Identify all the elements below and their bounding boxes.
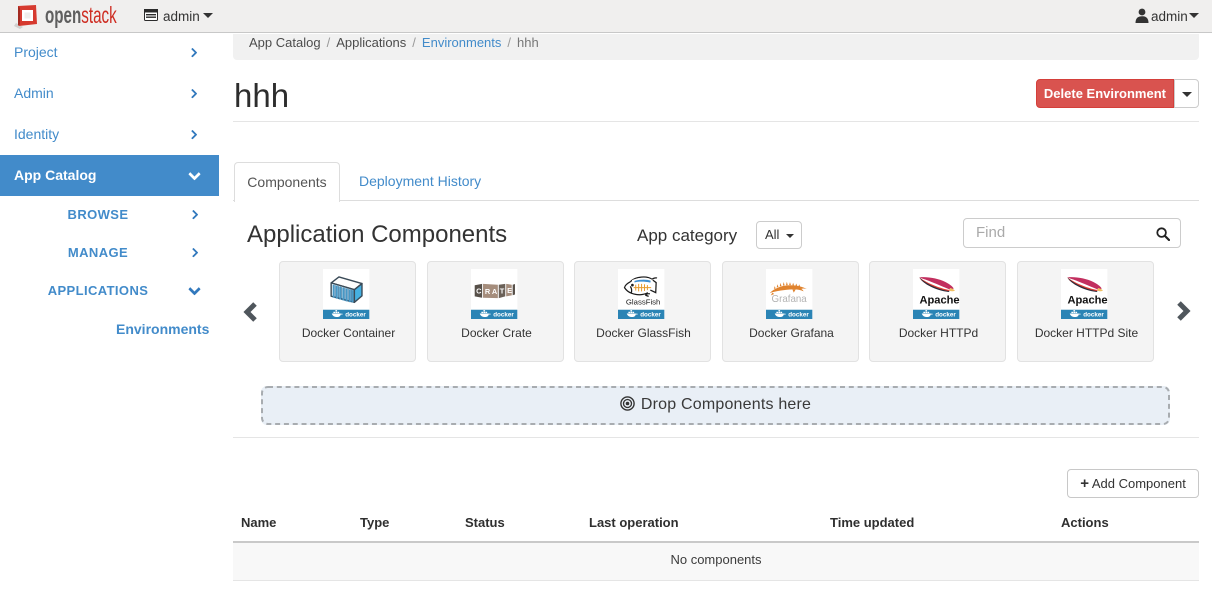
svg-text:A: A: [492, 287, 498, 296]
svg-text:docker: docker: [640, 312, 661, 319]
svg-text:GlassFish: GlassFish: [626, 298, 661, 307]
svg-text:Apache: Apache: [919, 294, 959, 306]
svg-text:docker: docker: [1083, 312, 1104, 319]
svg-text:Apache: Apache: [1067, 294, 1107, 306]
svg-text:T: T: [500, 287, 505, 296]
svg-text:docker: docker: [345, 312, 366, 319]
svg-text:E: E: [507, 286, 512, 295]
svg-text:Grafana: Grafana: [772, 294, 808, 305]
svg-text:docker: docker: [788, 312, 809, 319]
svg-text:docker: docker: [493, 312, 514, 319]
svg-text:docker: docker: [935, 312, 956, 319]
svg-text:R: R: [485, 287, 491, 296]
svg-text:C: C: [476, 287, 482, 296]
